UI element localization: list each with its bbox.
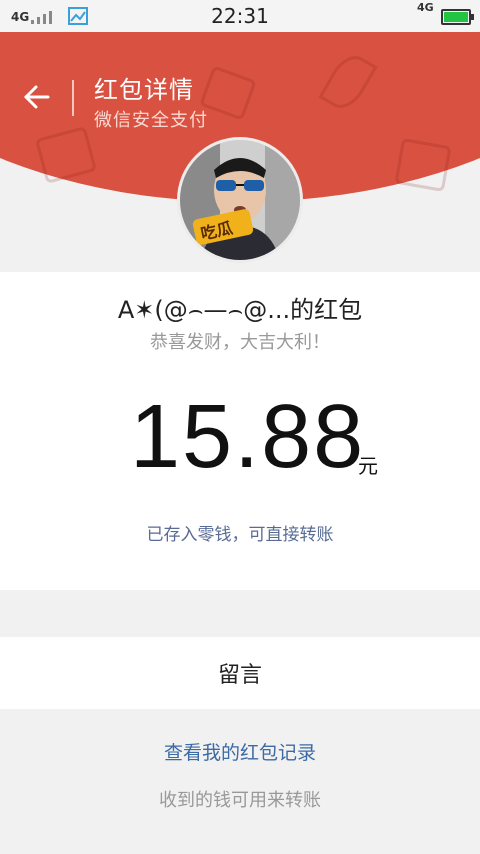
- message-label: 留言: [217, 663, 262, 688]
- page-subtitle: 微信安全支付: [94, 110, 208, 131]
- clock: 22:31: [211, 4, 269, 28]
- back-button[interactable]: [22, 82, 52, 112]
- footer-tip: 收到的钱可用来转账: [159, 790, 321, 811]
- sender-photo: 吃瓜: [180, 140, 300, 260]
- gift-pattern-icon: [394, 138, 452, 192]
- battery-icon: [441, 9, 474, 25]
- arrow-left-icon: [24, 85, 50, 109]
- avatar[interactable]: 吃瓜: [180, 140, 300, 260]
- sender-name: A✶(@⌢—⌢@...的红包: [117, 296, 363, 324]
- page-title: 红包详情: [94, 76, 194, 104]
- network-type-indicator-right: 4G: [417, 1, 434, 14]
- message-row[interactable]: 留言: [0, 637, 480, 709]
- status-bar: 4G 22:31 4G: [0, 0, 480, 32]
- view-records-link[interactable]: 查看我的红包记录: [0, 738, 480, 765]
- amount-unit: 元: [358, 454, 378, 478]
- amount-value: 15.88: [130, 387, 366, 487]
- header-divider: [72, 80, 74, 116]
- greeting-message: 恭喜发财，大吉大利！: [150, 332, 330, 353]
- red-packet-detail: A✶(@⌢—⌢@...的红包 恭喜发财，大吉大利！ 15.88 元 已存入零钱，…: [0, 272, 480, 590]
- deposit-note-link[interactable]: 已存入零钱，可直接转账: [0, 520, 480, 545]
